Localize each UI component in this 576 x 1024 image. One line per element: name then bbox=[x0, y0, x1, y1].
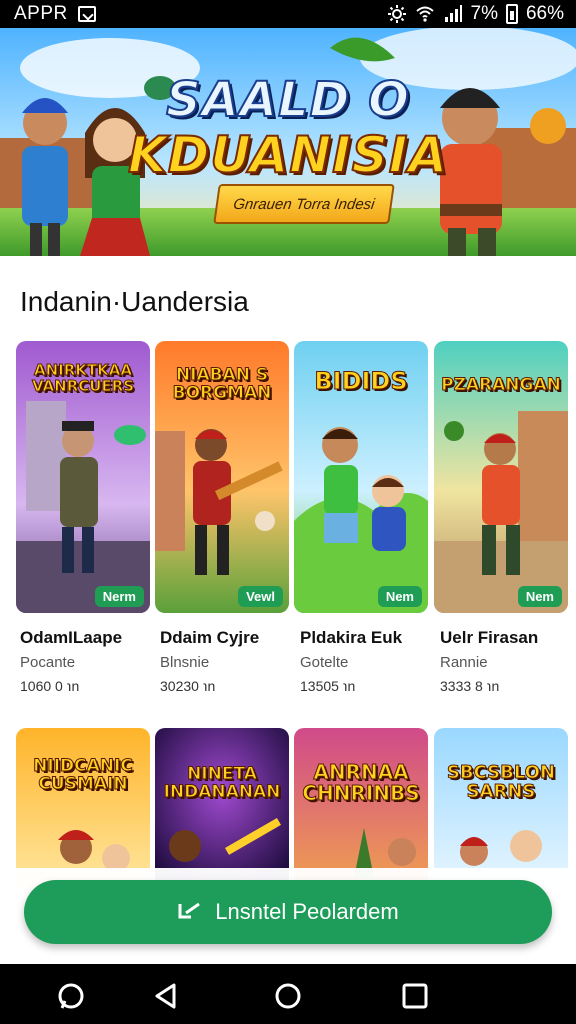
install-icon bbox=[178, 902, 201, 919]
hero-banner[interactable]: SAALD O KDUANISIA Gnrauen Torra Indesi bbox=[0, 28, 576, 256]
game-card-2-badge: Vewl bbox=[238, 586, 283, 607]
game-card-4-art-title: PZARANGAN bbox=[441, 375, 562, 395]
game-card-1-badge: Nerm bbox=[94, 586, 144, 607]
section-title: Indanin·Uandersia bbox=[20, 286, 249, 317]
game-3-stat: 13505 ℩n bbox=[300, 678, 356, 694]
game-2-category: Blnsnie bbox=[160, 654, 210, 671]
game-2-name[interactable]: Ddaim Cyjre bbox=[160, 628, 259, 648]
screenshot-icon bbox=[77, 6, 96, 22]
status-bar: APPR 7% 66% bbox=[0, 0, 576, 28]
game-card-8-art-title: SBCSBLON SARNS bbox=[446, 762, 556, 802]
game-card-3-badge: Nem bbox=[377, 586, 422, 607]
battery-icon bbox=[505, 4, 518, 24]
game-4-stat: 3333 8 ℩n bbox=[440, 678, 500, 694]
game-4-category: Rannie bbox=[440, 654, 488, 671]
game-card-7[interactable]: ANRNAA CHNRINBS bbox=[294, 728, 428, 888]
game-4-name[interactable]: Uelr Firasan bbox=[440, 628, 538, 648]
game-card-3[interactable]: BIDIDS Nem bbox=[294, 341, 428, 613]
install-button[interactable]: Lnsntel Peolardem bbox=[24, 880, 552, 944]
game-card-1[interactable]: ANIRKTKAA VANRCUERS Nerm bbox=[16, 341, 150, 613]
recents-icon[interactable] bbox=[402, 983, 428, 1009]
install-bar: Lnsntel Peolardem bbox=[0, 868, 576, 964]
game-card-5-art-title: NIIDCANIC CUSMAIN bbox=[33, 756, 134, 794]
game-card-4[interactable]: PZARANGAN Nem bbox=[434, 341, 568, 613]
game-card-2[interactable]: NIABAN S BORGMAN Vewl bbox=[155, 341, 289, 613]
banner-subtitle: Gnrauen Torra Indesi bbox=[213, 184, 395, 224]
status-app-label: APPR bbox=[14, 3, 68, 24]
settings-gear-icon bbox=[387, 5, 406, 23]
game-card-7-art-title: ANRNAA CHNRINBS bbox=[302, 760, 420, 805]
game-1-stat: 1060 0 ℩n bbox=[20, 678, 80, 694]
game-card-8-artwork bbox=[434, 728, 568, 888]
wifi-icon bbox=[415, 6, 434, 22]
back-icon[interactable] bbox=[152, 982, 180, 1010]
banner-title-line2: KDUANISIA bbox=[127, 125, 449, 185]
game-card-4-badge: Nem bbox=[517, 586, 562, 607]
game-card-3-art-title: BIDIDS bbox=[314, 367, 408, 395]
game-2-stat: 30230 ℩n bbox=[160, 678, 216, 694]
install-button-label: Lnsntel Peolardem bbox=[215, 899, 399, 924]
home-icon[interactable] bbox=[274, 982, 302, 1010]
signal-icon bbox=[444, 5, 462, 22]
game-1-name[interactable]: OdamILaape bbox=[20, 628, 122, 648]
signal-text: 7% bbox=[470, 3, 498, 24]
system-nav-bar bbox=[0, 964, 576, 1024]
game-card-6[interactable]: NINETA INDANANAN bbox=[155, 728, 289, 888]
game-3-category: Gotelte bbox=[300, 654, 349, 671]
assistant-icon[interactable] bbox=[56, 982, 86, 1012]
game-1-category: Pocante bbox=[20, 654, 76, 671]
game-card-5[interactable]: NIIDCANIC CUSMAIN bbox=[16, 728, 150, 888]
game-card-6-artwork bbox=[155, 728, 289, 888]
game-3-name[interactable]: Pldakira Euk bbox=[300, 628, 402, 648]
game-card-7-artwork bbox=[294, 728, 428, 888]
game-card-1-art-title: ANIRKTKAA VANRCUERS bbox=[31, 361, 135, 395]
game-card-8[interactable]: SBCSBLON SARNS bbox=[434, 728, 568, 888]
banner-title-line1: SAALD O bbox=[165, 71, 410, 129]
battery-percent: 66% bbox=[525, 3, 564, 24]
game-card-2-art-title: NIABAN S BORGMAN bbox=[172, 365, 272, 403]
game-card-6-art-title: NINETA INDANANAN bbox=[163, 764, 281, 802]
game-card-5-artwork bbox=[16, 728, 150, 888]
